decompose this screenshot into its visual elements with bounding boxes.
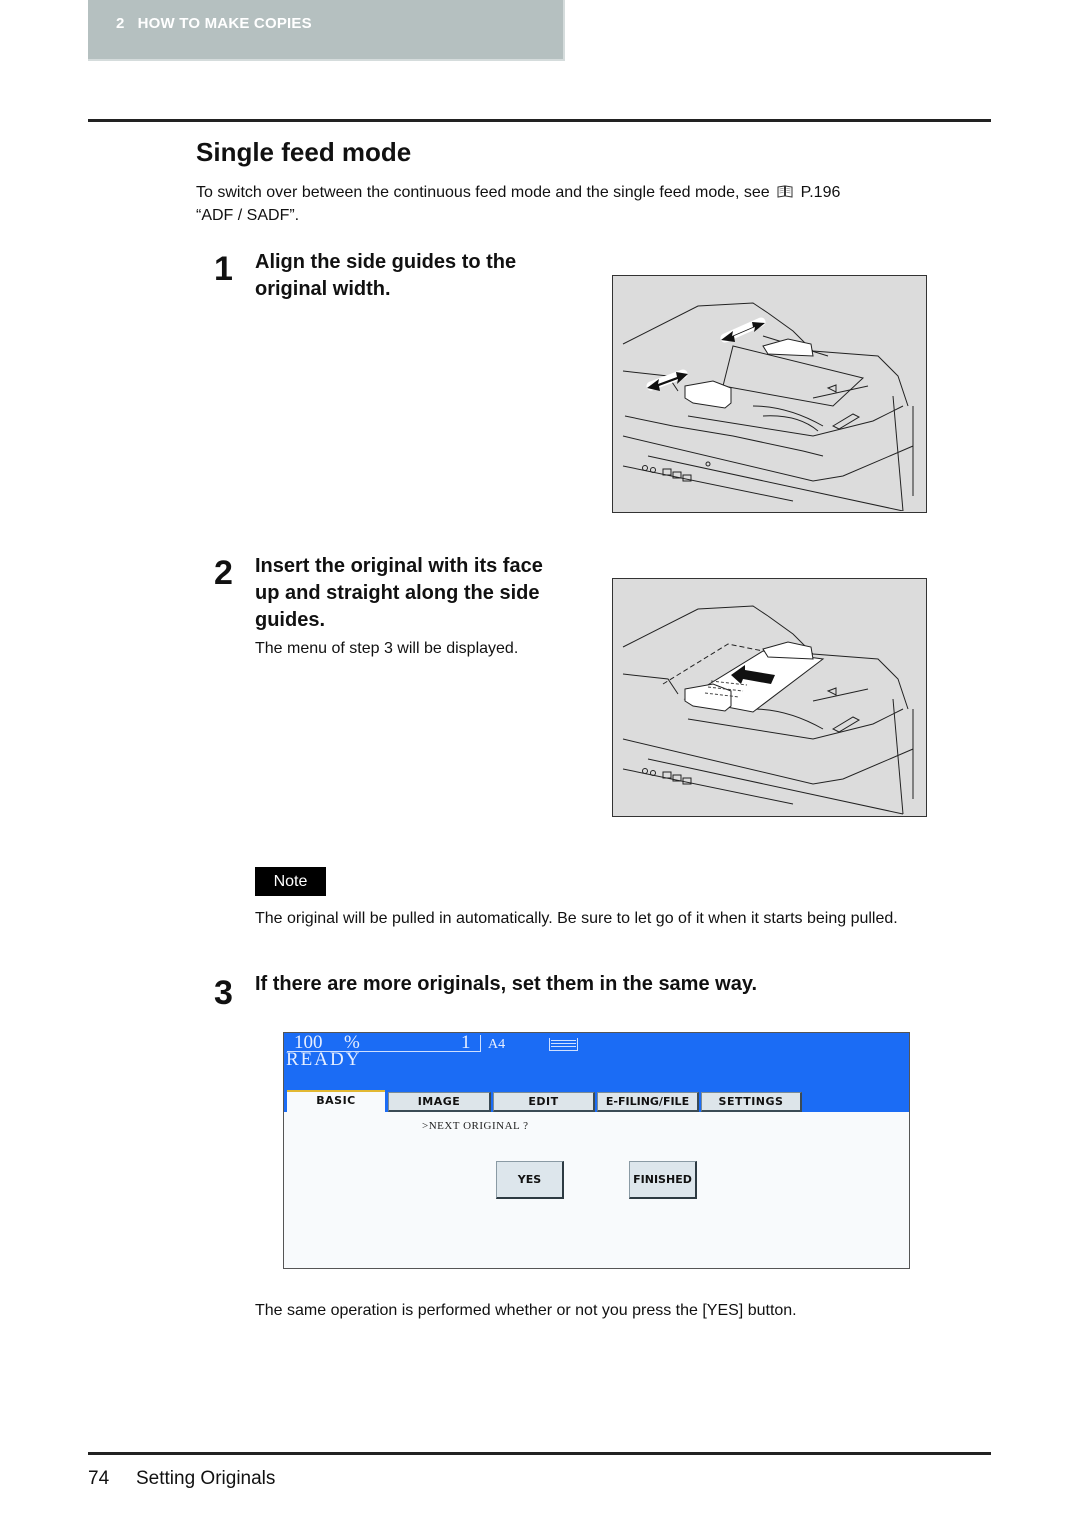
top-divider	[88, 119, 991, 122]
step-2-heading-line: guides.	[255, 609, 326, 631]
tab-basic[interactable]: BASIC	[287, 1090, 385, 1112]
step-2-number: 2	[214, 554, 233, 592]
step-2-heading-line: up and straight along the side	[255, 582, 540, 604]
yes-button[interactable]: YES	[496, 1161, 564, 1199]
illustration-insert-original	[612, 578, 927, 817]
intro-paragraph: To switch over between the continuous fe…	[196, 181, 976, 227]
note-text: The original will be pulled in automatic…	[255, 910, 898, 927]
tab-edit[interactable]: EDIT	[493, 1092, 595, 1112]
paper-size: A4	[488, 1037, 506, 1052]
step-1-heading-line: Align the side guides to the	[255, 251, 517, 273]
machine-status: READY	[286, 1049, 362, 1070]
panel-caption: The same operation is performed whether …	[255, 1302, 797, 1319]
tab-settings[interactable]: SETTINGS	[701, 1092, 802, 1112]
step-3-number: 3	[214, 974, 233, 1012]
finished-button[interactable]: FINISHED	[629, 1161, 697, 1199]
book-icon	[777, 185, 793, 198]
step-1-heading: Align the side guides to the original wi…	[255, 249, 516, 303]
tab-e-filing-file[interactable]: E-FILING/FILE	[597, 1092, 699, 1112]
page-reference-link[interactable]: P.196	[801, 184, 841, 201]
step-1-heading-line: original width.	[255, 278, 391, 300]
page-number: 74	[88, 1468, 110, 1489]
copier-control-panel: 100 % 1 A4 READY BASIC IMAGE EDIT E-FILI…	[283, 1032, 910, 1269]
section-title: Single feed mode	[196, 137, 412, 167]
step-2-heading-line: Insert the original with its face	[255, 555, 543, 577]
copier-adf-drawing	[622, 302, 914, 512]
illustration-adjust-side-guides	[612, 275, 927, 513]
chapter-label: 2 HOW TO MAKE COPIES	[116, 15, 312, 32]
chapter-tab: 2 HOW TO MAKE COPIES	[88, 0, 565, 61]
step-2-heading: Insert the original with its face up and…	[255, 553, 543, 634]
copier-insert-drawing	[622, 605, 914, 815]
footer-title: Setting Originals	[136, 1468, 276, 1489]
step-2-subtext: The menu of step 3 will be displayed.	[255, 640, 519, 657]
tab-image[interactable]: IMAGE	[388, 1092, 491, 1112]
bottom-divider	[88, 1452, 991, 1455]
step-1-number: 1	[214, 250, 233, 288]
step-3-heading: If there are more originals, set them in…	[255, 973, 758, 995]
copy-count: 1	[461, 1032, 471, 1053]
next-original-prompt: >NEXT ORIGINAL ?	[422, 1120, 529, 1132]
paper-tray-icon	[549, 1038, 578, 1051]
intro-reference-title: “ADF / SADF”.	[196, 207, 300, 224]
note-badge: Note	[255, 867, 326, 896]
intro-text: To switch over between the continuous fe…	[196, 184, 770, 201]
